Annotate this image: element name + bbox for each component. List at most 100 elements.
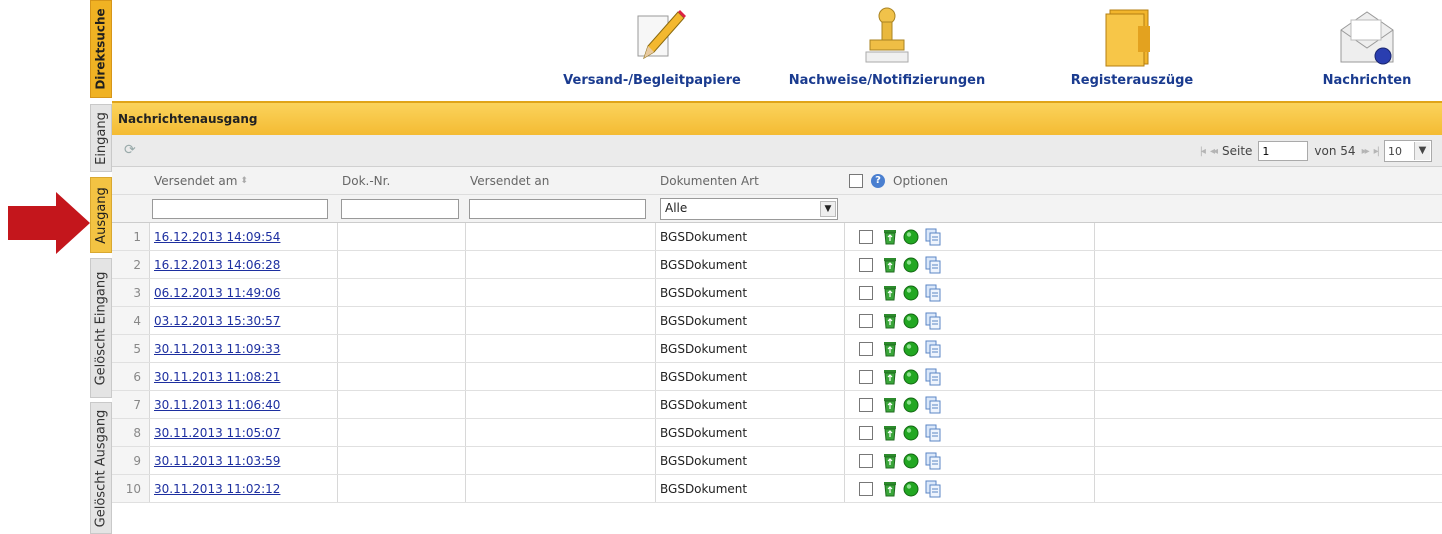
copy-document-icon[interactable] — [925, 480, 941, 498]
recycle-icon[interactable] — [883, 453, 897, 469]
green-status-icon[interactable] — [903, 481, 919, 497]
row-checkbox[interactable] — [859, 257, 873, 272]
recycle-icon[interactable] — [883, 257, 897, 273]
copy-document-icon[interactable] — [925, 396, 941, 414]
page-size-value: 10 — [1388, 144, 1402, 158]
tab-ausgang[interactable]: Ausgang — [90, 177, 112, 253]
col-versendet-am[interactable]: Versendet am ⬍ — [150, 167, 338, 194]
row-checkbox[interactable] — [859, 341, 873, 356]
recycle-icon[interactable] — [883, 481, 897, 497]
date-link[interactable]: 30.11.2013 11:03:59 — [154, 454, 280, 468]
tab-geloescht-ausgang[interactable]: Gelöscht Ausgang — [90, 402, 112, 534]
copy-document-icon[interactable] — [925, 424, 941, 442]
dokumenten-art-cell: BGSDokument — [656, 279, 845, 306]
dok-nr-cell — [338, 279, 466, 306]
date-link[interactable]: 30.11.2013 11:08:21 — [154, 370, 280, 384]
stamp-icon — [865, 7, 909, 63]
table-row[interactable]: 7 30.11.2013 11:06:40 BGSDokument — [112, 391, 1442, 419]
recycle-icon[interactable] — [883, 229, 897, 245]
envelope-icon — [1340, 11, 1394, 65]
info-icon[interactable]: ? — [871, 173, 885, 188]
green-status-icon[interactable] — [903, 285, 919, 301]
col-versendet-an[interactable]: Versendet an — [466, 167, 656, 194]
green-status-icon[interactable] — [903, 369, 919, 385]
copy-document-icon[interactable] — [925, 312, 941, 330]
select-all-checkbox[interactable] — [849, 173, 863, 188]
green-status-icon[interactable] — [903, 425, 919, 441]
recycle-icon[interactable] — [883, 285, 897, 301]
row-checkbox[interactable] — [859, 397, 873, 412]
copy-document-icon[interactable] — [925, 340, 941, 358]
nav-versand-begleitpapiere[interactable]: Versand-/Begleitpapiere — [562, 0, 742, 100]
dok-nr-cell — [338, 251, 466, 278]
date-link[interactable]: 30.11.2013 11:02:12 — [154, 482, 280, 496]
filter-dok-nr-input[interactable] — [341, 199, 459, 219]
next-page-icon[interactable]: ▸▸ — [1362, 146, 1370, 157]
table-row[interactable]: 9 30.11.2013 11:03:59 BGSDokument — [112, 447, 1442, 475]
date-link[interactable]: 30.11.2013 11:09:33 — [154, 342, 280, 356]
date-link[interactable]: 06.12.2013 11:49:06 — [154, 286, 280, 300]
green-status-icon[interactable] — [903, 257, 919, 273]
dok-nr-cell — [338, 391, 466, 418]
options-cell — [845, 251, 1095, 278]
tab-eingang[interactable]: Eingang — [90, 104, 112, 172]
recycle-icon[interactable] — [883, 425, 897, 441]
copy-document-icon[interactable] — [925, 368, 941, 386]
tab-geloescht-ausgang-label: Gelöscht Ausgang — [93, 409, 109, 527]
prev-page-icon[interactable]: ◂◂ — [1210, 146, 1218, 157]
copy-document-icon[interactable] — [925, 452, 941, 470]
last-page-icon[interactable]: ▸| — [1374, 146, 1381, 157]
green-status-icon[interactable] — [903, 397, 919, 413]
row-checkbox[interactable] — [859, 369, 873, 384]
versendet-an-cell — [466, 391, 656, 418]
copy-document-icon[interactable] — [925, 228, 941, 246]
versendet-an-cell — [466, 363, 656, 390]
panel-title: Nachrichtenausgang — [118, 112, 258, 126]
page-number-input[interactable] — [1258, 141, 1309, 161]
date-link[interactable]: 30.11.2013 11:05:07 — [154, 426, 280, 440]
row-checkbox[interactable] — [859, 313, 873, 328]
row-actions — [883, 340, 941, 358]
row-checkbox[interactable] — [859, 285, 873, 300]
table-row[interactable]: 2 16.12.2013 14:06:28 BGSDokument — [112, 251, 1442, 279]
first-page-icon[interactable]: |◂ — [1200, 146, 1207, 157]
green-status-icon[interactable] — [903, 229, 919, 245]
col-dok-nr[interactable]: Dok.-Nr. — [338, 167, 466, 194]
filter-versendet-an-input[interactable] — [469, 199, 646, 219]
filter-versendet-am-input[interactable] — [152, 199, 328, 219]
copy-document-icon[interactable] — [925, 284, 941, 302]
nav-nachrichten[interactable]: Nachrichten — [1312, 0, 1422, 100]
green-status-icon[interactable] — [903, 341, 919, 357]
table-row[interactable]: 5 30.11.2013 11:09:33 BGSDokument — [112, 335, 1442, 363]
page-size-select[interactable]: 10 ▼ — [1384, 140, 1432, 162]
dok-nr-cell — [338, 363, 466, 390]
table-row[interactable]: 4 03.12.2013 15:30:57 BGSDokument — [112, 307, 1442, 335]
green-status-icon[interactable] — [903, 313, 919, 329]
tab-direktsuche[interactable]: Direktsuche — [90, 0, 112, 98]
table-row[interactable]: 6 30.11.2013 11:08:21 BGSDokument — [112, 363, 1442, 391]
recycle-icon[interactable] — [883, 397, 897, 413]
table-row[interactable]: 3 06.12.2013 11:49:06 BGSDokument — [112, 279, 1442, 307]
col-dokumenten-art[interactable]: Dokumenten Art — [656, 167, 845, 194]
row-checkbox[interactable] — [859, 425, 873, 440]
nav-registerauszuege[interactable]: Registerauszüge — [1057, 0, 1207, 100]
table-row[interactable]: 10 30.11.2013 11:02:12 BGSDokument — [112, 475, 1442, 503]
row-checkbox[interactable] — [859, 481, 873, 496]
row-checkbox[interactable] — [859, 453, 873, 468]
green-status-icon[interactable] — [903, 453, 919, 469]
filter-dokumenten-art-select[interactable]: Alle ▼ — [660, 198, 838, 220]
row-checkbox[interactable] — [859, 229, 873, 244]
date-link[interactable]: 30.11.2013 11:06:40 — [154, 398, 280, 412]
recycle-icon[interactable] — [883, 341, 897, 357]
date-link[interactable]: 16.12.2013 14:09:54 — [154, 230, 280, 244]
tab-geloescht-eingang[interactable]: Gelöscht Eingang — [90, 258, 112, 398]
date-link[interactable]: 03.12.2013 15:30:57 — [154, 314, 280, 328]
table-row[interactable]: 8 30.11.2013 11:05:07 BGSDokument — [112, 419, 1442, 447]
nav-nachweise-notifizierungen[interactable]: Nachweise/Notifizierungen — [787, 0, 987, 100]
recycle-icon[interactable] — [883, 313, 897, 329]
table-row[interactable]: 1 16.12.2013 14:09:54 BGSDokument — [112, 223, 1442, 251]
refresh-icon[interactable]: ⟳ — [124, 142, 136, 158]
recycle-icon[interactable] — [883, 369, 897, 385]
copy-document-icon[interactable] — [925, 256, 941, 274]
date-link[interactable]: 16.12.2013 14:06:28 — [154, 258, 280, 272]
